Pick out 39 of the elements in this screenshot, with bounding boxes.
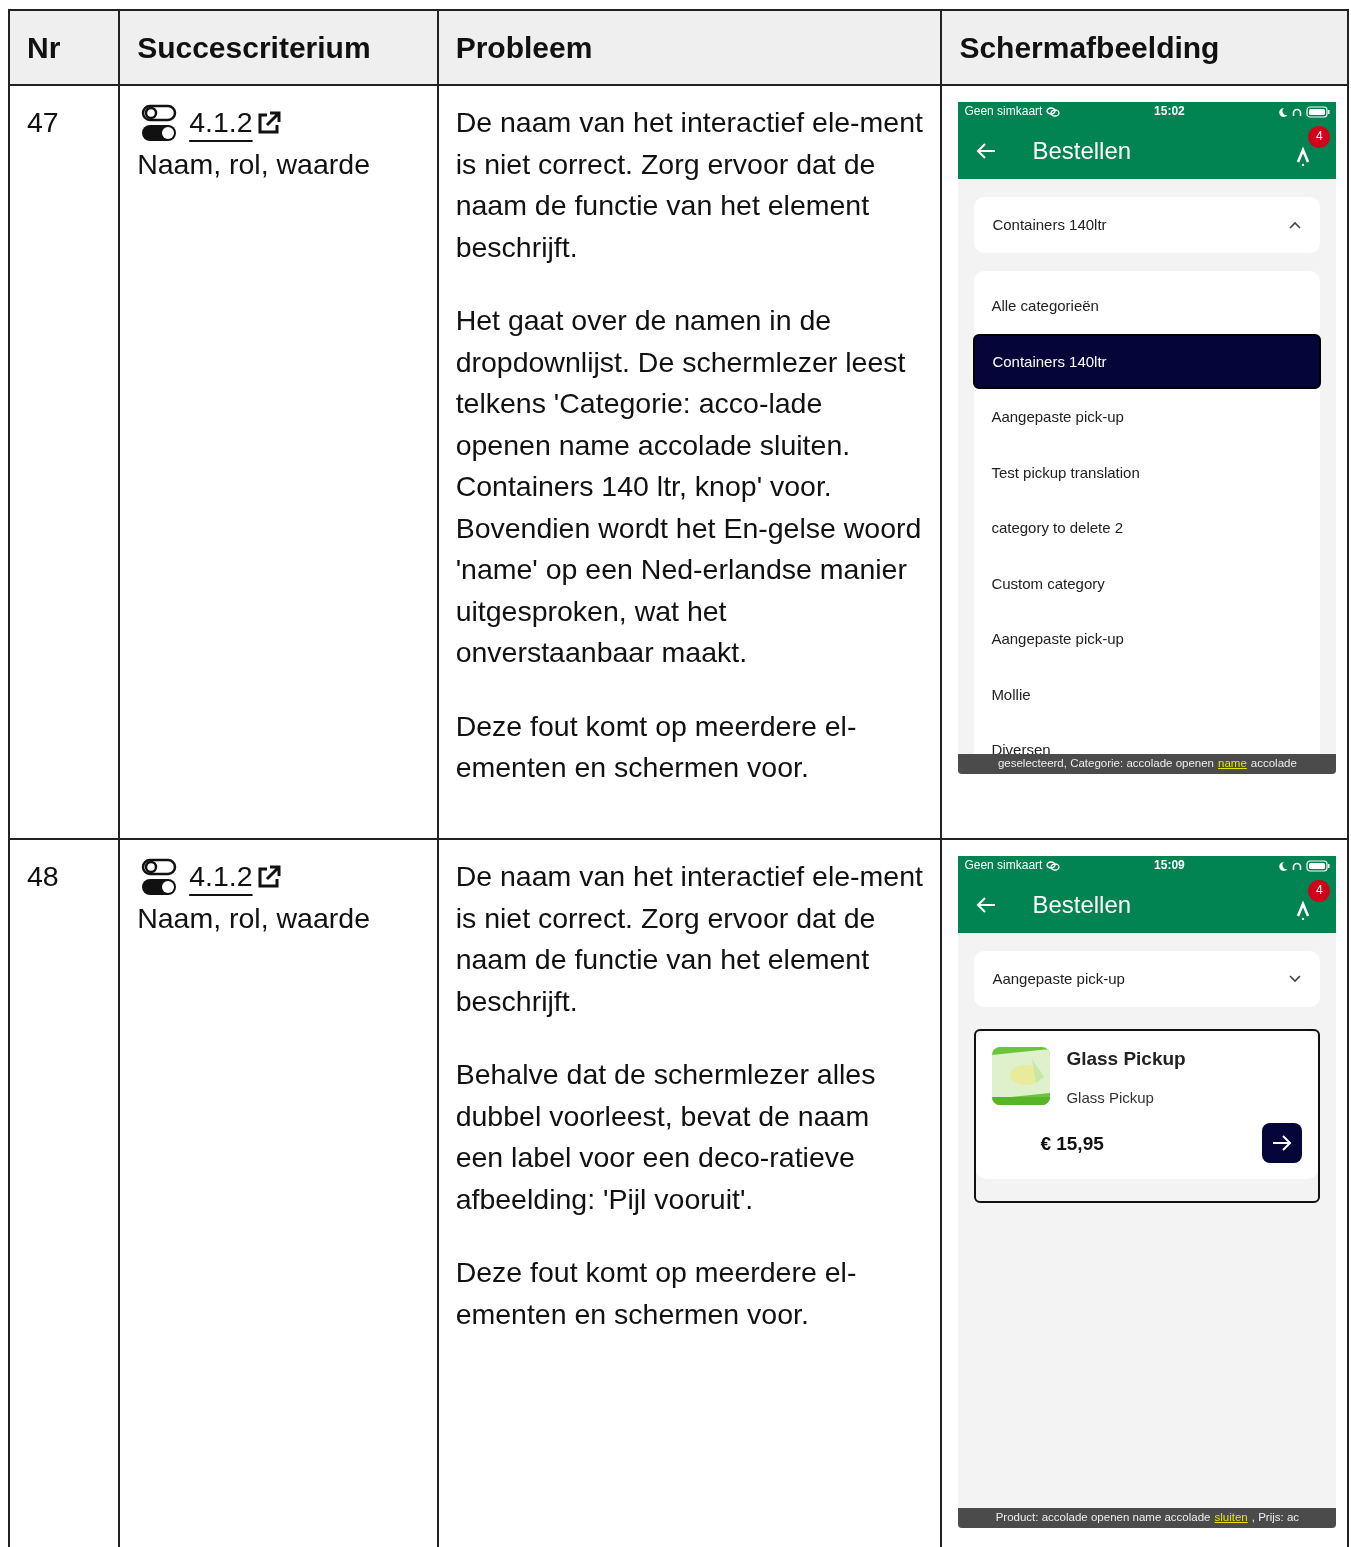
status-time: 15:02 bbox=[1153, 103, 1186, 121]
row-number: 48 bbox=[27, 859, 60, 894]
carrier-label: Geen simkaart bbox=[964, 857, 1043, 875]
problem-paragraph: De naam van het interactief ele-ment is niet correct. Zorg ervoor dat de naam de functie van het element beschrijft. bbox=[455, 105, 924, 265]
dropdown-option[interactable]: Containers 140ltr bbox=[973, 333, 1322, 389]
category-dropdown[interactable]: Aangepaste pick-up bbox=[974, 951, 1321, 1007]
notification-badge: 4 bbox=[1308, 880, 1331, 902]
app-title: Bestellen bbox=[1032, 135, 1133, 166]
row-number: 47 bbox=[27, 105, 60, 140]
carrier-label: Geen simkaart bbox=[964, 103, 1043, 121]
dropdown-option[interactable]: Mollie bbox=[974, 666, 1321, 722]
category-dropdown[interactable]: Containers 140ltr bbox=[974, 197, 1321, 253]
column-header: Probleem bbox=[437, 10, 942, 85]
notification-badge: 4 bbox=[1308, 126, 1331, 148]
product-title: Glass Pickup bbox=[1066, 1047, 1187, 1071]
problem-paragraph: Behalve dat de schermlezer alles dubbel voorleest, bevat de naam een label voor een deco-ratieve afbeelding: 'Pijl vooruit'. bbox=[455, 1057, 877, 1217]
dropdown-option[interactable]: Aangepaste pick-up bbox=[974, 611, 1321, 667]
problem-paragraph: Deze fout komt op meerdere el-ementen en schermen voor. bbox=[455, 708, 858, 785]
app-title: Bestellen bbox=[1032, 889, 1133, 920]
product-price: € 15,95 bbox=[1040, 1131, 1104, 1156]
screen-reader-caption: Product: accolade openen name accolade sluiten , Prijs: ac bbox=[958, 1508, 1337, 1528]
dropdown-option[interactable]: Test pickup translation bbox=[974, 444, 1321, 500]
criterion-link[interactable]: 4.1.2 bbox=[189, 102, 281, 144]
criterion-name: Naam, rol, waarde bbox=[137, 146, 371, 182]
column-header: Nr bbox=[9, 10, 120, 85]
dropdown-option[interactable]: Custom category bbox=[974, 555, 1321, 611]
column-header: Succescriterium bbox=[119, 10, 438, 85]
criterion-name: Naam, rol, waarde bbox=[137, 900, 371, 936]
column-header: Schermafbeelding bbox=[941, 10, 1348, 85]
problem-paragraph: De naam van het interactief ele-ment is niet correct. Zorg ervoor dat de naam de functie van het element beschrijft. bbox=[455, 859, 924, 1019]
product-subtitle: Glass Pickup bbox=[1066, 1088, 1155, 1108]
problem-paragraph: Deze fout komt op meerdere el-ementen en schermen voor. bbox=[455, 1255, 858, 1332]
dropdown-option[interactable]: category to delete 2 bbox=[974, 500, 1321, 556]
status-time: 15:09 bbox=[1153, 857, 1186, 875]
problem-paragraph: Het gaat over de namen in de dropdownlijst. De schermlezer leest telkens 'Categorie: acco-lade openen name accolade sluiten. Containers 140 ltr, knop' voor. Bovendien wordt het En-gelse woord 'name' op een Ned-erlandse manier uitgesproken, wat het onverstaanbaar maakt. bbox=[455, 303, 923, 670]
screen-reader-caption: geselecteerd, Categorie: accolade openen name accolade bbox=[958, 754, 1337, 774]
dropdown-option[interactable]: Alle categorieën bbox=[974, 278, 1321, 334]
criterion-link[interactable]: 4.1.2 bbox=[189, 856, 281, 898]
dropdown-option[interactable]: Aangepaste pick-up bbox=[974, 389, 1321, 445]
